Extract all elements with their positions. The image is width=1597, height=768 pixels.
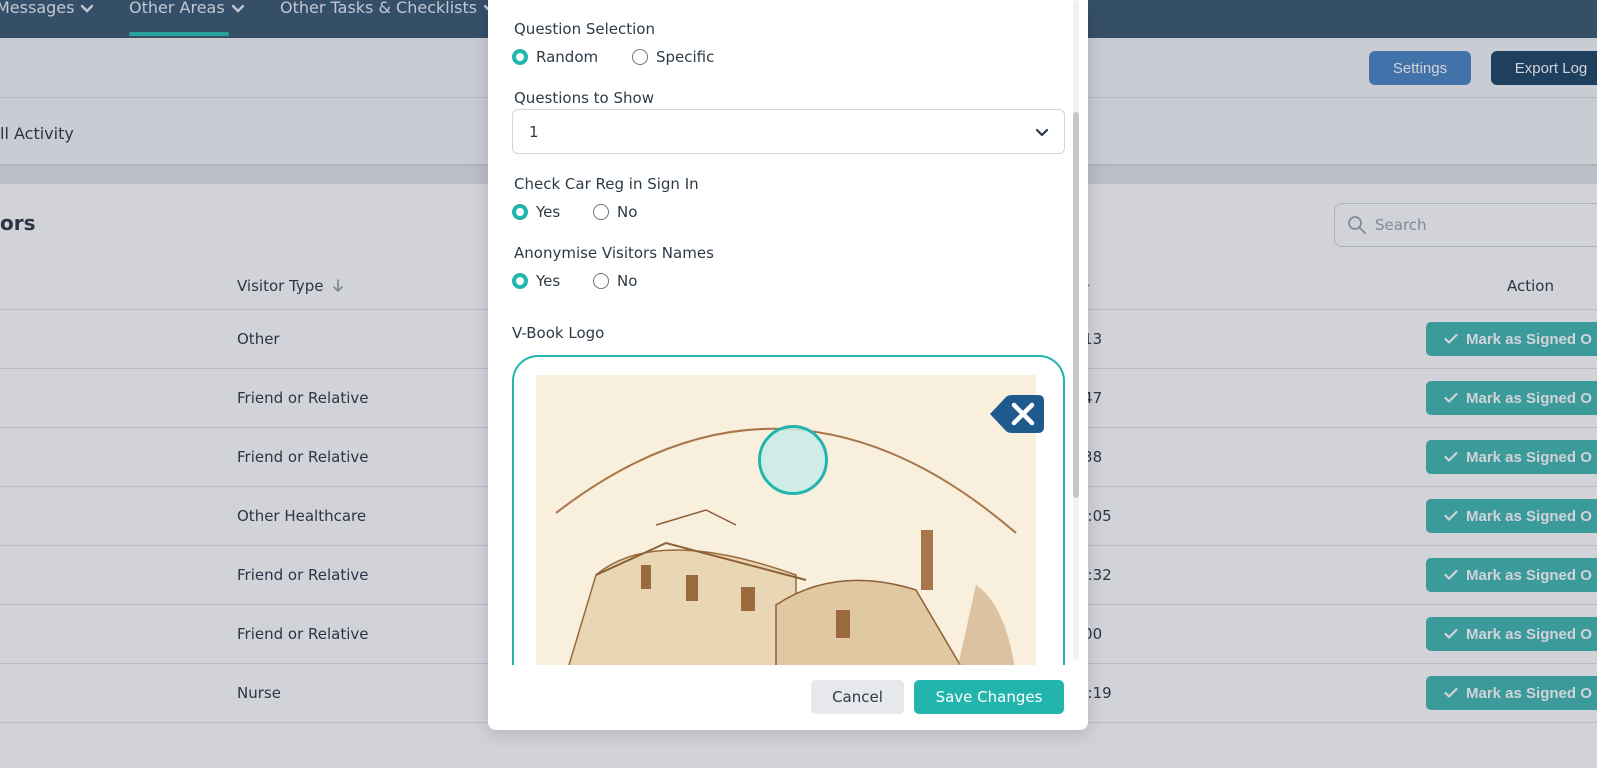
radio-anonymise-yes-label: Yes	[536, 272, 561, 290]
logo-image	[536, 375, 1036, 665]
radio-car-reg-yes[interactable]: Yes	[512, 203, 560, 221]
check-car-reg-label: Check Car Reg in Sign In	[514, 175, 699, 193]
modal-scrollbar-thumb[interactable]	[1073, 112, 1079, 498]
radio-specific-indicator[interactable]	[632, 49, 648, 65]
cancel-button[interactable]: Cancel	[811, 680, 904, 714]
questions-to-show-select[interactable]: 1	[512, 109, 1065, 154]
backspace-icon	[990, 395, 1044, 433]
radio-anonymise-no[interactable]: No	[593, 272, 637, 290]
save-changes-button[interactable]: Save Changes	[914, 680, 1064, 714]
radio-car-reg-no-label: No	[617, 203, 638, 221]
radio-anonymise-yes-indicator[interactable]	[512, 273, 528, 289]
vbook-logo-label: V-Book Logo	[512, 324, 605, 342]
crop-handle[interactable]	[758, 425, 828, 495]
question-selection-label: Question Selection	[514, 20, 655, 38]
radio-random-label: Random	[536, 48, 599, 66]
radio-random-indicator[interactable]	[512, 49, 528, 65]
logo-upload-area[interactable]	[512, 355, 1065, 665]
radio-car-reg-yes-indicator[interactable]	[512, 204, 528, 220]
remove-logo-button[interactable]	[988, 393, 1046, 435]
radio-question-specific[interactable]: Specific	[632, 48, 714, 66]
questions-to-show-label: Questions to Show	[514, 89, 654, 107]
radio-car-reg-yes-label: Yes	[536, 203, 561, 221]
radio-anonymise-yes[interactable]: Yes	[512, 272, 560, 290]
logo-sketch	[555, 427, 1017, 665]
radio-anonymise-no-indicator[interactable]	[593, 273, 609, 289]
questions-to-show-value: 1	[529, 123, 539, 141]
radio-specific-label: Specific	[656, 48, 715, 66]
chevron-down-icon	[1035, 128, 1049, 137]
radio-question-random[interactable]: Random	[512, 48, 598, 66]
radio-car-reg-no[interactable]: No	[593, 203, 637, 221]
radio-anonymise-no-label: No	[617, 272, 638, 290]
radio-car-reg-no-indicator[interactable]	[593, 204, 609, 220]
anonymise-names-label: Anonymise Visitors Names	[514, 244, 714, 262]
